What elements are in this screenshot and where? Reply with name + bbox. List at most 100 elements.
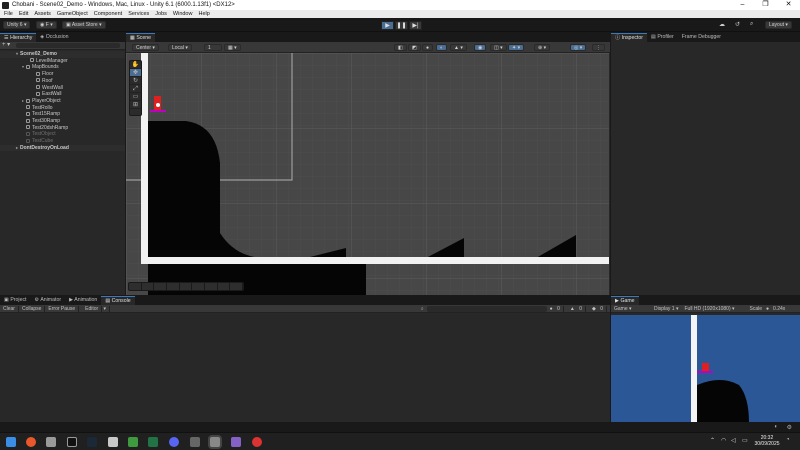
scene-menu-icon[interactable]: ⋮ (592, 44, 605, 51)
scale-slider[interactable]: ● (764, 306, 771, 312)
transform-tool-icon[interactable]: ⊞ (130, 101, 141, 109)
gizmo-tool-icon[interactable] (129, 283, 142, 290)
app-icon[interactable] (252, 437, 262, 447)
tab-console[interactable]: ▤ Console (101, 296, 135, 305)
log-count-badge[interactable]: ● 0 (547, 305, 567, 312)
clock[interactable]: 20:32 30/09/2025 (752, 435, 782, 447)
gizmo-tool-icon[interactable] (180, 283, 193, 290)
gizmos-icon[interactable]: ✦ ▾ (508, 44, 525, 51)
menu-edit[interactable]: Edit (19, 11, 28, 17)
space-dropdown[interactable]: Local ▾ (168, 44, 192, 51)
excel-icon[interactable] (148, 437, 158, 447)
grid-size-field[interactable]: 1 (204, 44, 222, 51)
console-search-icon[interactable]: ⌕ (418, 306, 427, 312)
scene-canvas[interactable] (126, 53, 609, 295)
game-viewport[interactable] (611, 315, 800, 423)
resolution-dropdown[interactable]: Full HD (1920x1080) ▾ (681, 306, 747, 312)
menu-component[interactable]: Component (94, 11, 122, 17)
orientation-icon[interactable]: ⊕ ▾ (534, 44, 551, 51)
hierarchy-item[interactable]: Roof (0, 78, 125, 85)
status-icon[interactable]: ⚙ (787, 424, 792, 431)
hand-tool-icon[interactable]: ✋ (130, 61, 141, 69)
unity-editor-icon[interactable] (210, 437, 220, 447)
draw-mode-icon[interactable]: ◧ (394, 44, 407, 51)
history-icon[interactable]: ↺ (735, 21, 740, 28)
close-button[interactable]: ✕ (777, 0, 800, 10)
hierarchy-item[interactable]: Test30Ramp (0, 118, 125, 125)
menu-jobs[interactable]: Jobs (155, 11, 167, 17)
gizmo-tool-icon[interactable] (154, 283, 168, 290)
effects-icon[interactable]: ▲ ▾ (450, 44, 467, 51)
cloud-icon[interactable]: ☁ (719, 21, 725, 28)
grid-toggle[interactable]: ▦ ▾ (224, 44, 241, 51)
file-explorer-icon[interactable] (46, 437, 56, 447)
steam-icon[interactable] (87, 437, 97, 447)
hierarchy-item[interactable]: WestWall (0, 85, 125, 92)
warning-count-badge[interactable]: ▲ 0 (567, 305, 589, 312)
menu-file[interactable]: File (4, 11, 13, 17)
hierarchy-item-disabled[interactable]: TestObject (0, 131, 125, 138)
hierarchy-item[interactable]: Floor (0, 71, 125, 78)
hierarchy-item[interactable]: Test20dshRamp (0, 125, 125, 132)
account-button[interactable]: ◉ F ▾ (36, 21, 57, 29)
wifi-icon[interactable]: ◠ (721, 437, 726, 444)
start-icon[interactable] (6, 437, 16, 447)
app-icon[interactable] (128, 437, 138, 447)
tab-frame-debugger[interactable]: Frame Debugger (678, 33, 725, 42)
display-dropdown[interactable]: Display 1 ▾ (651, 306, 681, 312)
game-mode-dropdown[interactable]: Game ▾ (611, 306, 651, 312)
gizmo-tool-icon[interactable] (142, 283, 155, 290)
hierarchy-item-scene[interactable]: ▸ DontDestroyOnLoad (0, 144, 125, 152)
pause-button[interactable]: ❚❚ (395, 21, 408, 30)
visual-studio-icon[interactable] (231, 437, 241, 447)
tray-chevron-icon[interactable]: ⌃ (710, 437, 715, 444)
discord-icon[interactable] (169, 437, 179, 447)
hierarchy-item-scene[interactable]: ▾ Scene02_Demo (0, 51, 125, 58)
hierarchy-item[interactable]: LevelManager (0, 58, 125, 65)
camera-icon[interactable]: ◫ ▾ (490, 44, 507, 51)
scene-viewport[interactable] (126, 53, 609, 295)
terminal-icon[interactable] (67, 437, 77, 447)
hierarchy-search-input[interactable] (16, 43, 120, 48)
rotate-tool-icon[interactable]: ↻ (130, 77, 141, 85)
editor-dropdown[interactable]: Editor ▾ (79, 305, 111, 312)
gizmo-tool-icon[interactable] (230, 283, 244, 290)
gizmo-tool-icon[interactable] (192, 283, 206, 290)
lighting-icon[interactable]: ● (422, 44, 434, 51)
unity-account-button[interactable]: Unity 6 ▾ (3, 21, 31, 29)
pivot-dropdown[interactable]: Center ▾ (132, 44, 159, 51)
rect-tool-icon[interactable]: ▭ (130, 93, 141, 101)
visibility-icon[interactable]: ◉ (474, 44, 487, 51)
scale-tool-icon[interactable]: ⤢ (130, 85, 141, 93)
audio-icon[interactable]: ◐ (436, 44, 448, 51)
gizmo-tool-icon[interactable] (218, 283, 231, 290)
error-count-badge[interactable]: ◆ 0 (589, 305, 610, 312)
tab-occlusion[interactable]: ◈ Occlusion (36, 33, 72, 42)
2d-toggle-icon[interactable]: ◩ (408, 44, 421, 51)
tab-animator[interactable]: ⚙ Animator (31, 296, 66, 305)
tab-hierarchy[interactable]: ☰ Hierarchy (0, 33, 37, 42)
unity-hub-icon[interactable] (190, 437, 200, 447)
clear-button[interactable]: Clear (0, 305, 19, 312)
move-tool-icon[interactable]: ✥ (130, 69, 141, 77)
play-button[interactable]: ▶ (381, 21, 394, 30)
tab-project[interactable]: ▣ Project (0, 296, 31, 305)
menu-gameobject[interactable]: GameObject (57, 11, 88, 17)
console-search-input[interactable] (426, 305, 547, 312)
scene-overlay-icon[interactable]: ◎ ▾ (570, 44, 587, 51)
minimize-button[interactable]: – (731, 0, 754, 10)
gizmo-tool-icon[interactable] (205, 283, 218, 290)
tab-inspector[interactable]: ⓘ Inspector (611, 33, 647, 42)
hierarchy-item[interactable]: Test15Ramp (0, 111, 125, 118)
tab-scene[interactable]: ▦ Scene (126, 33, 156, 42)
hierarchy-item[interactable]: ▸ PlayerObject (0, 98, 125, 105)
layout-dropdown[interactable]: Layout ▾ (765, 21, 792, 29)
notification-icon[interactable]: ◔ (786, 437, 790, 443)
hierarchy-item-disabled[interactable]: TestCube (0, 138, 125, 145)
menu-window[interactable]: Window (173, 11, 193, 17)
firefox-icon[interactable] (26, 437, 36, 447)
battery-icon[interactable]: ▭ (742, 437, 748, 444)
maximize-button[interactable]: ❐ (754, 0, 777, 10)
gizmo-tool-icon[interactable] (167, 283, 180, 290)
asset-store-button[interactable]: ▣ Asset Store ▾ (62, 21, 106, 29)
